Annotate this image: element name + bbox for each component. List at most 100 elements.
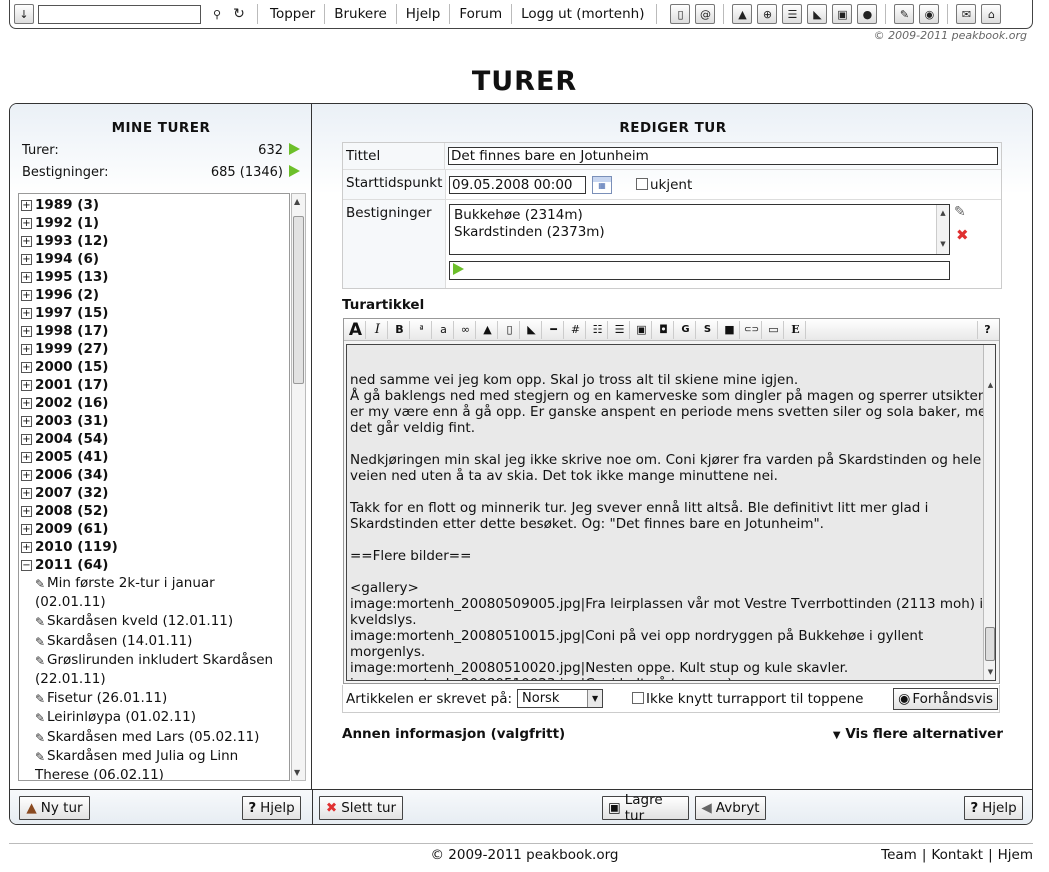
scroll-down-icon[interactable]: ▼ [294, 768, 300, 777]
expand-icon[interactable]: + [21, 271, 32, 283]
film-icon[interactable]: ■ [720, 320, 740, 339]
embed-icon[interactable]: ⊂⊃ [742, 320, 762, 339]
ascents-list[interactable]: Bukkehøe (2314m) Skardstinden (2373m) ▲ … [449, 204, 950, 255]
expand-icon[interactable]: + [21, 325, 32, 337]
subscript-icon[interactable]: a [434, 320, 454, 339]
page-icon[interactable]: ▭ [764, 320, 784, 339]
preview-button[interactable]: ◉ Forhåndsvis [893, 687, 998, 710]
year-node[interactable]: +1999 (27) [21, 340, 289, 358]
footer-contact-link[interactable]: Kontakt [926, 847, 988, 863]
trip-item[interactable]: ✎ Skardåsen med Julia og Linn Therese (06… [21, 747, 289, 780]
help-button-left[interactable]: ? Hjelp [242, 796, 301, 820]
delete-trip-button[interactable]: ✖ Slett tur [319, 796, 403, 820]
cancel-button[interactable]: ◀ Avbryt [695, 796, 766, 820]
upload-image-icon[interactable]: ◘ [654, 320, 674, 339]
article-textarea[interactable]: ned samme vei jeg kom opp. Skal jo tross… [346, 344, 996, 681]
pin-icon[interactable]: ✎ [954, 204, 966, 220]
trip-label[interactable]: Leirinløypa (01.02.11) [47, 709, 196, 725]
start-time-input[interactable]: 09.05.2008 00:00 [449, 175, 586, 194]
trip-label[interactable]: Skardåsen (14.01.11) [47, 633, 192, 649]
bullet-list-icon[interactable]: ☷ [588, 320, 608, 339]
year-node[interactable]: +2010 (119) [21, 538, 289, 556]
add-ascent-input[interactable] [449, 261, 950, 280]
extended-icon[interactable]: E [786, 320, 806, 339]
article-text[interactable]: ned samme vei jeg kom opp. Skal jo tross… [350, 372, 995, 680]
other-info-label[interactable]: Annen informasjon (valgfritt) [342, 726, 565, 742]
expand-icon[interactable]: + [21, 289, 32, 301]
link-icon[interactable]: ∞ [456, 320, 476, 339]
expand-icon[interactable]: + [21, 415, 32, 427]
year-node[interactable]: +1997 (15) [21, 304, 289, 322]
list-icon[interactable]: ☰ [782, 4, 803, 24]
show-more-toggle[interactable]: ▼ Vis flere alternativer [833, 726, 1003, 742]
refresh-icon[interactable]: ↻ [229, 4, 249, 24]
scroll-up-icon[interactable]: ▲ [984, 377, 995, 393]
trip-label[interactable]: Grøslirunden inkludert Skardåsen (22.01.… [35, 652, 273, 687]
new-trip-button[interactable]: ▲ Ny tur [19, 796, 90, 820]
year-node[interactable]: +2005 (41) [21, 448, 289, 466]
table-icon[interactable]: # [566, 320, 586, 339]
play-icon[interactable] [453, 263, 464, 275]
footer-home-link[interactable]: Hjem [993, 847, 1033, 863]
year-node[interactable]: +2000 (15) [21, 358, 289, 376]
year-node[interactable]: +2001 (17) [21, 376, 289, 394]
expand-icon[interactable]: + [21, 541, 32, 553]
year-node[interactable]: +1989 (3) [21, 196, 289, 214]
expand-icon[interactable]: + [21, 343, 32, 355]
title-input[interactable]: Det finnes bare en Jotunheim [448, 147, 998, 165]
numbered-list-icon[interactable]: ☰ [610, 320, 630, 339]
expand-icon[interactable]: + [21, 505, 32, 517]
nav-hjelp[interactable]: Hjelp [397, 4, 451, 24]
year-node[interactable]: +1998 (17) [21, 322, 289, 340]
mail-icon[interactable]: ✉ [956, 4, 977, 24]
help-icon[interactable]: ? [977, 320, 997, 339]
search-icon[interactable]: ⚲ [207, 4, 227, 24]
font-size-icon[interactable]: A [346, 320, 366, 340]
year-node[interactable]: +1994 (6) [21, 250, 289, 268]
download-arrow-icon[interactable]: ↓ [14, 4, 34, 24]
chevron-down-icon[interactable]: ▼ [587, 690, 603, 707]
pin-icon[interactable]: ✎ [894, 4, 915, 24]
expand-icon[interactable]: + [21, 379, 32, 391]
scroll-down-icon[interactable]: ▼ [984, 664, 995, 680]
no-link-checkbox[interactable] [632, 691, 645, 704]
nav-forum[interactable]: Forum [450, 4, 513, 24]
help-button-right[interactable]: ? Hjelp [964, 796, 1023, 820]
mountain-icon[interactable]: ▲ [732, 4, 753, 24]
gallery-icon[interactable]: G [676, 320, 696, 339]
year-node[interactable]: +2003 (31) [21, 412, 289, 430]
trip-label[interactable]: Fisetur (26.01.11) [47, 690, 167, 706]
save-trip-button[interactable]: ▣ Lagre tur [602, 792, 689, 824]
boot-icon[interactable]: ◣ [522, 320, 542, 339]
expand-icon[interactable]: + [21, 487, 32, 499]
expand-icon[interactable]: + [21, 469, 32, 481]
nav-logout[interactable]: Logg ut (mortenh) [512, 4, 653, 24]
trip-label[interactable]: Skardåsen med Lars (05.02.11) [47, 729, 259, 745]
trip-label[interactable]: Skardåsen kveld (12.01.11) [47, 613, 233, 629]
at-icon[interactable]: @ [695, 4, 716, 24]
bold-icon[interactable]: B [390, 320, 410, 339]
trip-item[interactable]: ✎ Grøslirunden inkludert Skardåsen (22.01… [21, 651, 289, 689]
horizontal-rule-icon[interactable]: ━ [544, 320, 564, 339]
trip-label[interactable]: Min første 2k-tur i januar (02.01.11) [35, 575, 215, 610]
language-select[interactable]: Norsk ▼ [517, 689, 604, 708]
year-node[interactable]: +2004 (54) [21, 430, 289, 448]
expand-icon[interactable]: + [21, 523, 32, 535]
trip-item[interactable]: ✎ Skardåsen med Lars (05.02.11) [21, 728, 289, 747]
year-node[interactable]: +2002 (16) [21, 394, 289, 412]
nav-topper[interactable]: Topper [261, 4, 326, 24]
mountain-icon[interactable]: ▲ [478, 320, 498, 339]
expand-icon[interactable]: + [21, 397, 32, 409]
collapse-icon[interactable]: − [21, 559, 32, 571]
article-scrollbar[interactable]: ▲ ▼ [983, 345, 995, 680]
expand-icon[interactable]: + [21, 253, 32, 265]
nav-brukere[interactable]: Brukere [325, 4, 397, 24]
expand-icon[interactable]: + [21, 433, 32, 445]
expand-icon[interactable]: + [21, 361, 32, 373]
slideshow-icon[interactable]: S [698, 320, 718, 339]
boot-icon[interactable]: ◣ [807, 4, 828, 24]
superscript-icon[interactable]: ª [412, 320, 432, 339]
expand-icon[interactable]: + [21, 307, 32, 319]
expand-icon[interactable]: + [21, 235, 32, 247]
expand-icon[interactable]: + [21, 451, 32, 463]
